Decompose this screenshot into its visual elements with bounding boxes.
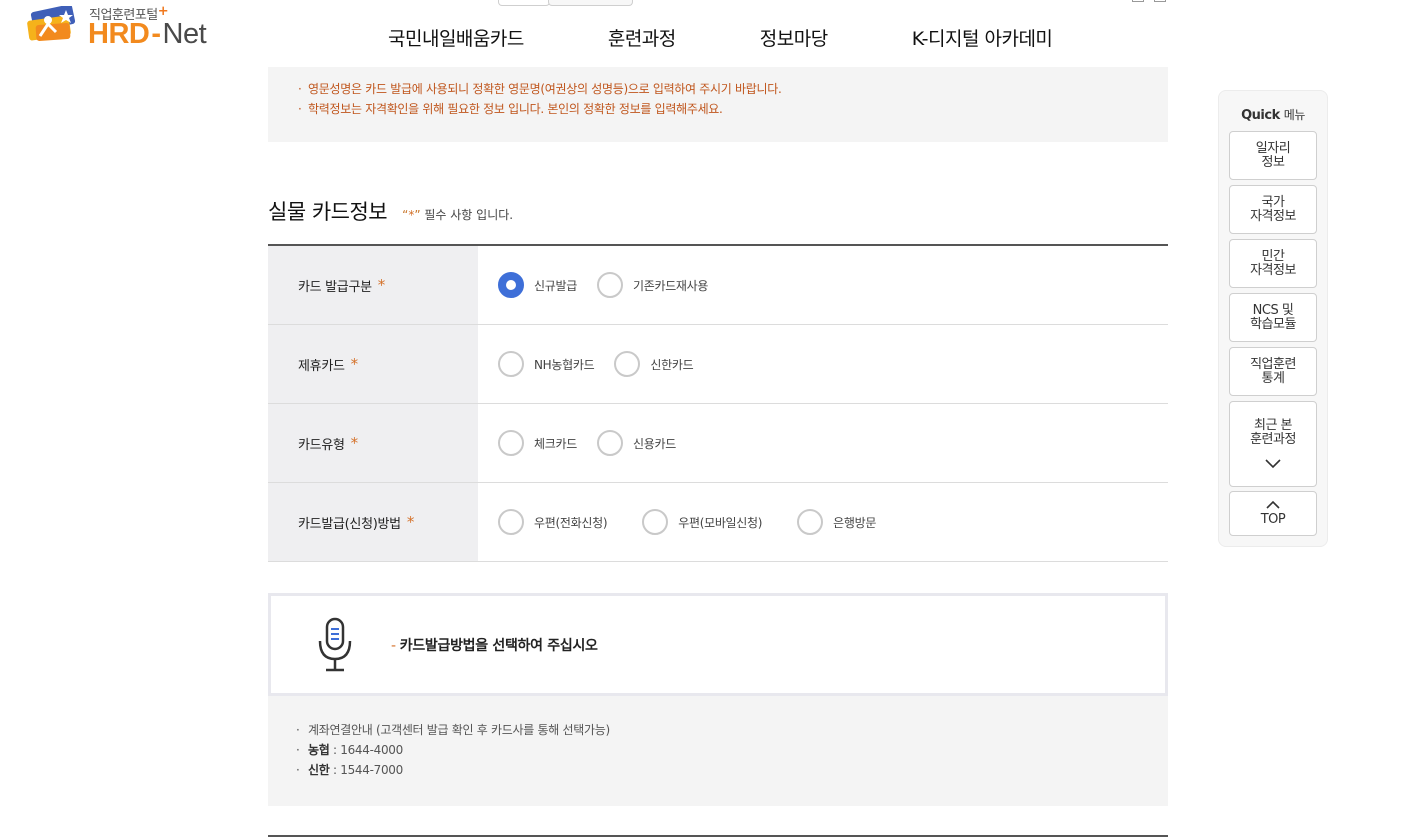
field-label: 제휴카드 * xyxy=(268,325,478,403)
quick-item-private-cert[interactable]: 민간 자격정보 xyxy=(1229,239,1317,288)
chevron-down-icon[interactable] xyxy=(1265,459,1281,469)
main-navigation: 국민내일배움카드 훈련과정 정보마당 K-디지털 아카데미 xyxy=(388,24,1053,51)
font-size-down-icon[interactable] xyxy=(1154,0,1166,2)
notice-education-info: 학력정보는 자격확인을 위해 필요한 정보 입니다. 본인의 정확한 정보를 입… xyxy=(298,99,1168,119)
voice-guide-box: - 카드발급방법을 선택하여 주십시오 xyxy=(268,593,1168,696)
radio-mail-mobile[interactable]: 우편(모바일신청) xyxy=(642,509,762,535)
top-button[interactable]: TOP xyxy=(1229,491,1317,536)
form-row-card-type: 카드유형 * 체크카드 신용카드 xyxy=(268,404,1168,483)
radio-reuse-card[interactable]: 기존카드재사용 xyxy=(596,272,708,298)
chevron-up-icon xyxy=(1266,500,1280,509)
quick-menu: Quick 메뉴 일자리 정보 국가 자격정보 민간 자격정보 NCS 및 학습모듈 직… xyxy=(1218,90,1328,547)
form-row-issue-type: 카드 발급구분 * 신규발급 기존카드재사용 xyxy=(268,246,1168,325)
utility-tab[interactable] xyxy=(498,0,550,6)
radio-group-card-type: 체크카드 신용카드 xyxy=(478,404,1168,482)
logo-wordmark: HRD-Net xyxy=(88,18,207,50)
required-note: “*” 필수 사항 입니다. xyxy=(402,208,514,222)
radio-circle[interactable] xyxy=(797,509,824,535)
radio-circle[interactable] xyxy=(614,351,641,377)
radio-circle[interactable] xyxy=(498,351,524,377)
notice-account-link: 계좌연결안내 (고객센터 발급 확인 후 카드사를 통해 선택가능) xyxy=(296,720,1168,740)
quick-item-national-cert[interactable]: 국가 자격정보 xyxy=(1229,185,1317,234)
field-label: 카드유형 * xyxy=(268,404,478,482)
font-size-up-icon[interactable] xyxy=(1132,0,1144,2)
microphone-icon xyxy=(318,617,352,671)
radio-bank-visit[interactable]: 은행방문 xyxy=(797,509,876,535)
account-link-notice: 계좌연결안내 (고객센터 발급 확인 후 카드사를 통해 선택가능) 농협 : … xyxy=(268,696,1168,806)
top-utility-bar xyxy=(480,0,1180,6)
nav-item-info[interactable]: 정보마당 xyxy=(760,24,828,51)
logo-mark-icon xyxy=(27,6,76,41)
field-label: 카드 발급구분 * xyxy=(268,246,478,324)
radio-circle[interactable] xyxy=(596,430,623,456)
radio-shinhan-card[interactable]: 신한카드 xyxy=(614,351,694,377)
radio-group-partner-card: NH농협카드 신한카드 xyxy=(478,325,1168,403)
quick-menu-title: Quick 메뉴 xyxy=(1241,108,1305,123)
radio-group-issue-method: 우편(전화신청) 우편(모바일신청) 은행방문 xyxy=(478,483,1168,561)
quick-item-jobs[interactable]: 일자리 정보 xyxy=(1229,131,1317,180)
divider xyxy=(268,835,1168,837)
notice-english-name: 영문성명은 카드 발급에 사용되니 정확한 영문명(여권상의 성명등)으로 입력… xyxy=(298,79,1168,99)
nav-item-national-card[interactable]: 국민내일배움카드 xyxy=(388,24,524,51)
quick-item-ncs[interactable]: NCS 및 학습모듈 xyxy=(1229,293,1317,342)
card-info-form: 카드 발급구분 * 신규발급 기존카드재사용 제휴카드 * NH농협카드 신한카드 … xyxy=(268,244,1168,562)
quick-item-recent-courses[interactable]: 최근 본 훈련과정 xyxy=(1229,401,1317,487)
radio-circle[interactable] xyxy=(596,272,623,298)
radio-mail-phone[interactable]: 우편(전화신청) xyxy=(498,509,608,535)
radio-circle[interactable] xyxy=(498,509,524,535)
hrd-net-logo[interactable]: 직업훈련포털+ HRD-Net xyxy=(26,4,226,50)
radio-circle[interactable] xyxy=(498,430,524,456)
radio-new-issue[interactable]: 신규발급 xyxy=(498,272,577,298)
field-label: 카드발급(신청)방법 * xyxy=(268,483,478,561)
radio-credit-card[interactable]: 신용카드 xyxy=(596,430,676,456)
utility-tab[interactable] xyxy=(548,0,633,6)
radio-nh-card[interactable]: NH농협카드 xyxy=(498,351,595,377)
radio-circle[interactable] xyxy=(498,272,524,298)
nav-item-k-digital[interactable]: K-디지털 아카데미 xyxy=(912,24,1053,51)
input-notice-box: 영문성명은 카드 발급에 사용되니 정확한 영문명(여권상의 성명등)으로 입력… xyxy=(268,67,1168,142)
nav-item-training-course[interactable]: 훈련과정 xyxy=(608,24,676,51)
section-title: 실물 카드정보 xyxy=(268,200,388,224)
guide-message: - 카드발급방법을 선택하여 주십시오 xyxy=(391,637,598,654)
section-header: 실물 카드정보 “*” 필수 사항 입니다. xyxy=(268,196,513,226)
notice-shinhan-phone: 신한 : 1544-7000 xyxy=(296,760,1168,780)
radio-group-issue-type: 신규발급 기존카드재사용 xyxy=(478,246,1168,324)
radio-check-card[interactable]: 체크카드 xyxy=(498,430,577,456)
form-row-issue-method: 카드발급(신청)방법 * 우편(전화신청) 우편(모바일신청) 은행방문 xyxy=(268,483,1168,562)
radio-circle[interactable] xyxy=(642,509,669,535)
form-row-partner-card: 제휴카드 * NH농협카드 신한카드 xyxy=(268,325,1168,404)
notice-nh-phone: 농협 : 1644-4000 xyxy=(296,740,1168,760)
quick-item-statistics[interactable]: 직업훈련 통계 xyxy=(1229,347,1317,396)
